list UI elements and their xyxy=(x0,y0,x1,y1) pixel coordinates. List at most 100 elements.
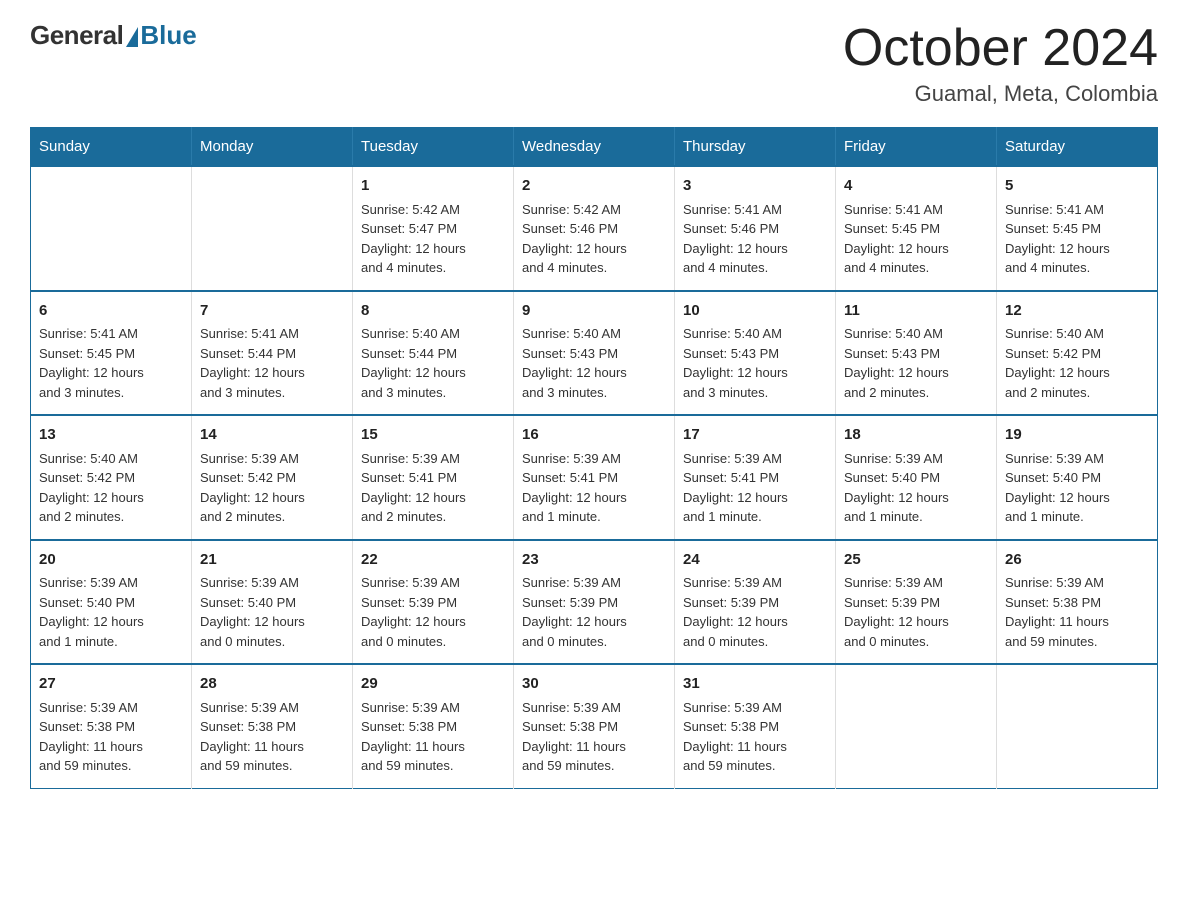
calendar-day-cell: 25Sunrise: 5:39 AMSunset: 5:39 PMDayligh… xyxy=(836,540,997,665)
day-info-text: Sunrise: 5:42 AM xyxy=(361,200,505,220)
calendar-day-cell: 31Sunrise: 5:39 AMSunset: 5:38 PMDayligh… xyxy=(675,664,836,788)
day-info-text: and 4 minutes. xyxy=(361,258,505,278)
day-info-text: Daylight: 12 hours xyxy=(200,612,344,632)
day-info-text: and 1 minute. xyxy=(522,507,666,527)
day-info-text: Sunrise: 5:39 AM xyxy=(683,573,827,593)
day-number: 8 xyxy=(361,300,505,323)
day-info-text: Sunset: 5:45 PM xyxy=(1005,219,1149,239)
day-info-text: Daylight: 11 hours xyxy=(361,737,505,757)
day-number: 1 xyxy=(361,175,505,198)
day-number: 2 xyxy=(522,175,666,198)
logo-triangle-icon xyxy=(126,27,138,47)
day-info-text: Sunrise: 5:39 AM xyxy=(522,449,666,469)
calendar-day-cell: 3Sunrise: 5:41 AMSunset: 5:46 PMDaylight… xyxy=(675,166,836,291)
calendar-day-cell xyxy=(997,664,1158,788)
day-info-text: and 0 minutes. xyxy=(522,632,666,652)
day-info-text: and 1 minute. xyxy=(844,507,988,527)
calendar-day-cell: 10Sunrise: 5:40 AMSunset: 5:43 PMDayligh… xyxy=(675,291,836,416)
day-info-text: Daylight: 12 hours xyxy=(200,363,344,383)
day-info-text: Sunrise: 5:39 AM xyxy=(1005,449,1149,469)
day-info-text: Sunset: 5:39 PM xyxy=(522,593,666,613)
calendar-day-cell: 2Sunrise: 5:42 AMSunset: 5:46 PMDaylight… xyxy=(514,166,675,291)
calendar-week-row: 6Sunrise: 5:41 AMSunset: 5:45 PMDaylight… xyxy=(31,291,1158,416)
day-info-text: and 59 minutes. xyxy=(1005,632,1149,652)
day-info-text: Sunset: 5:39 PM xyxy=(361,593,505,613)
calendar-day-cell xyxy=(31,166,192,291)
day-info-text: Daylight: 12 hours xyxy=(683,363,827,383)
calendar-day-cell: 22Sunrise: 5:39 AMSunset: 5:39 PMDayligh… xyxy=(353,540,514,665)
day-info-text: and 0 minutes. xyxy=(200,632,344,652)
day-info-text: Daylight: 12 hours xyxy=(522,239,666,259)
day-info-text: Sunset: 5:41 PM xyxy=(683,468,827,488)
day-number: 12 xyxy=(1005,300,1149,323)
day-info-text: Daylight: 12 hours xyxy=(1005,239,1149,259)
calendar-header: SundayMondayTuesdayWednesdayThursdayFrid… xyxy=(31,128,1158,167)
day-info-text: Sunset: 5:38 PM xyxy=(683,717,827,737)
day-info-text: and 1 minute. xyxy=(683,507,827,527)
page-header: General Blue October 2024 Guamal, Meta, … xyxy=(30,20,1158,107)
day-info-text: Daylight: 11 hours xyxy=(522,737,666,757)
day-info-text: Daylight: 12 hours xyxy=(683,239,827,259)
day-number: 20 xyxy=(39,549,183,572)
day-info-text: Sunrise: 5:39 AM xyxy=(361,698,505,718)
day-info-text: Daylight: 11 hours xyxy=(200,737,344,757)
day-info-text: and 59 minutes. xyxy=(683,756,827,776)
day-info-text: Sunset: 5:41 PM xyxy=(522,468,666,488)
day-info-text: and 59 minutes. xyxy=(361,756,505,776)
day-number: 11 xyxy=(844,300,988,323)
calendar-day-cell xyxy=(192,166,353,291)
day-info-text: and 2 minutes. xyxy=(844,383,988,403)
day-info-text: Daylight: 12 hours xyxy=(522,612,666,632)
day-number: 7 xyxy=(200,300,344,323)
day-info-text: Daylight: 11 hours xyxy=(683,737,827,757)
day-number: 6 xyxy=(39,300,183,323)
calendar-day-cell: 24Sunrise: 5:39 AMSunset: 5:39 PMDayligh… xyxy=(675,540,836,665)
day-number: 16 xyxy=(522,424,666,447)
title-section: October 2024 Guamal, Meta, Colombia xyxy=(843,20,1158,107)
day-info-text: Sunset: 5:43 PM xyxy=(683,344,827,364)
day-number: 28 xyxy=(200,673,344,696)
day-info-text: Sunset: 5:42 PM xyxy=(39,468,183,488)
day-info-text: Sunrise: 5:39 AM xyxy=(683,449,827,469)
day-info-text: Daylight: 12 hours xyxy=(361,239,505,259)
day-info-text: Sunset: 5:38 PM xyxy=(361,717,505,737)
day-info-text: Sunset: 5:38 PM xyxy=(522,717,666,737)
calendar-day-cell: 17Sunrise: 5:39 AMSunset: 5:41 PMDayligh… xyxy=(675,415,836,540)
day-info-text: Sunset: 5:38 PM xyxy=(39,717,183,737)
day-info-text: Sunrise: 5:40 AM xyxy=(361,324,505,344)
calendar-body: 1Sunrise: 5:42 AMSunset: 5:47 PMDaylight… xyxy=(31,166,1158,788)
day-info-text: Sunrise: 5:40 AM xyxy=(683,324,827,344)
day-info-text: Daylight: 12 hours xyxy=(39,612,183,632)
day-of-week-header: Monday xyxy=(192,128,353,167)
day-info-text: Sunrise: 5:41 AM xyxy=(200,324,344,344)
calendar-week-row: 27Sunrise: 5:39 AMSunset: 5:38 PMDayligh… xyxy=(31,664,1158,788)
day-info-text: Daylight: 12 hours xyxy=(1005,488,1149,508)
day-info-text: and 59 minutes. xyxy=(200,756,344,776)
calendar-day-cell: 29Sunrise: 5:39 AMSunset: 5:38 PMDayligh… xyxy=(353,664,514,788)
calendar-day-cell: 13Sunrise: 5:40 AMSunset: 5:42 PMDayligh… xyxy=(31,415,192,540)
day-number: 17 xyxy=(683,424,827,447)
day-info-text: Daylight: 12 hours xyxy=(361,488,505,508)
day-info-text: Sunrise: 5:39 AM xyxy=(1005,573,1149,593)
day-info-text: Sunrise: 5:39 AM xyxy=(683,698,827,718)
day-info-text: Sunset: 5:40 PM xyxy=(844,468,988,488)
day-info-text: and 1 minute. xyxy=(1005,507,1149,527)
day-number: 18 xyxy=(844,424,988,447)
day-number: 3 xyxy=(683,175,827,198)
calendar-day-cell: 9Sunrise: 5:40 AMSunset: 5:43 PMDaylight… xyxy=(514,291,675,416)
day-info-text: Sunset: 5:38 PM xyxy=(200,717,344,737)
day-of-week-header: Sunday xyxy=(31,128,192,167)
day-info-text: Sunrise: 5:41 AM xyxy=(1005,200,1149,220)
day-number: 23 xyxy=(522,549,666,572)
day-info-text: Sunrise: 5:39 AM xyxy=(844,573,988,593)
day-info-text: Sunset: 5:42 PM xyxy=(200,468,344,488)
day-info-text: Sunset: 5:47 PM xyxy=(361,219,505,239)
logo: General Blue xyxy=(30,20,197,51)
calendar-day-cell: 11Sunrise: 5:40 AMSunset: 5:43 PMDayligh… xyxy=(836,291,997,416)
day-info-text: Sunset: 5:42 PM xyxy=(1005,344,1149,364)
day-info-text: and 3 minutes. xyxy=(522,383,666,403)
day-number: 25 xyxy=(844,549,988,572)
day-info-text: Sunset: 5:39 PM xyxy=(683,593,827,613)
day-info-text: Sunrise: 5:39 AM xyxy=(200,698,344,718)
day-info-text: Daylight: 12 hours xyxy=(522,363,666,383)
